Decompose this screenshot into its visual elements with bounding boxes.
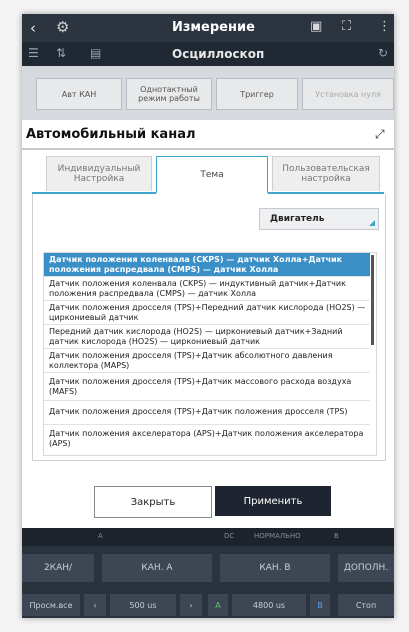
time-base-b-label: 4800 us — [252, 600, 286, 610]
channel-b-label: КАН. В — [259, 563, 291, 573]
category-select[interactable]: Двигатель — [259, 208, 379, 230]
dialog-title: Автомобильный канал — [26, 127, 196, 142]
list-item[interactable]: Датчик положения дросселя (TPS)+Передний… — [44, 301, 370, 325]
channel-b-tag: B — [310, 594, 330, 616]
car-logo-icon: ⚙ — [56, 18, 70, 36]
oscilloscope-bar: ☰ ⇅ ▤ Осциллоскоп ↻ — [22, 42, 394, 66]
page-title: Измерение — [172, 20, 255, 35]
tab-individual[interactable]: Индивидуальный Настройка — [46, 156, 152, 191]
expand-icon[interactable]: ⤢ — [375, 127, 385, 142]
additional-button[interactable]: ДОПОЛН. — [338, 554, 394, 582]
apply-button-label: Применить — [243, 495, 303, 507]
dropdown-arrow-icon — [369, 220, 375, 226]
list-item-label: Датчик положения дросселя (TPS)+Датчик м… — [49, 377, 352, 396]
list-item-label: Датчик положения дросселя (TPS)+Передний… — [49, 303, 366, 322]
stop-label: Стоп — [355, 600, 377, 610]
channel-a-tag-label: A — [215, 600, 221, 610]
preset-list: Датчик положения коленвала (CKPS) — датч… — [43, 252, 377, 456]
list-item[interactable]: Датчик положения дросселя (TPS)+Датчик м… — [44, 373, 370, 401]
channel-b-tag-label: B — [317, 600, 323, 610]
prev-arrow-icon[interactable]: ‹ — [84, 594, 106, 616]
list-item[interactable]: Датчик положения коленвала (CKPS) — датч… — [44, 253, 370, 277]
channel-a-indicator: A — [98, 532, 103, 540]
back-arrow-icon[interactable]: ‹ — [30, 19, 36, 37]
list-item-label: Датчик положения коленвала (CKPS) — инду… — [49, 279, 346, 298]
list-item-label: Датчик положения дросселя (TPS)+Датчик п… — [49, 407, 348, 416]
status-strip: A DC НОРМАЛЬНО B — [22, 528, 394, 546]
auto-channel-label: Авт КАН — [61, 89, 97, 99]
category-select-value: Двигатель — [270, 214, 325, 224]
list-item[interactable]: Датчик положения дросселя (TPS)+Датчик п… — [44, 401, 370, 425]
time-base-b[interactable]: 4800 us — [232, 594, 306, 616]
two-channel-button[interactable]: 2КАН/ — [22, 554, 94, 582]
tune-icon[interactable]: ⇅ — [56, 46, 66, 60]
two-channel-label: 2КАН/ — [43, 563, 73, 573]
additional-label: ДОПОЛН. — [343, 563, 389, 573]
menu-icon[interactable]: ☰ — [28, 46, 39, 60]
time-base-a-label: 500 us — [129, 600, 157, 610]
tab-custom-label: Пользовательская настройка — [282, 164, 370, 184]
list-scrollbar[interactable] — [371, 255, 374, 345]
screenshot-icon[interactable]: ⛶ — [342, 19, 351, 34]
next-arrow-icon[interactable]: › — [180, 594, 202, 616]
tab-strip: Индивидуальный Настройка Тема Пользовате… — [32, 156, 384, 194]
coupling-indicator: DC — [224, 532, 235, 540]
view-all-button[interactable]: Просм.все — [22, 594, 80, 616]
channel-a-button[interactable]: КАН. А — [102, 554, 212, 582]
list-item-label: Датчик положения коленвала (CKPS) — датч… — [49, 255, 343, 274]
single-mode-label: Однотактный режим работы — [138, 85, 200, 103]
device-screen: ‹ ⚙ Измерение ▣ ⛶ ⋮ ☰ ⇅ ▤ Осциллоскоп ↻ … — [22, 14, 394, 618]
list-item-label: Датчик положения дросселя (TPS)+Датчик а… — [49, 351, 333, 370]
list-item[interactable]: Датчик положения акселератора (APS)+Датч… — [44, 425, 370, 455]
apply-button[interactable]: Применить — [215, 486, 331, 516]
stop-button[interactable]: Стоп — [338, 594, 394, 616]
list-item-label: Передний датчик кислорода (HO2S) — цирко… — [49, 327, 343, 346]
oscilloscope-title: Осциллоскоп — [172, 47, 265, 61]
save-icon[interactable]: ▤ — [90, 46, 101, 60]
refresh-icon[interactable]: ↻ — [378, 46, 388, 60]
list-item-label: Датчик положения акселератора (APS)+Датч… — [49, 429, 364, 448]
oscilloscope-controls: A DC НОРМАЛЬНО B 2КАН/ КАН. А КАН. В ДОП… — [22, 528, 394, 618]
vci-icon[interactable]: ▣ — [310, 19, 322, 34]
tab-theme[interactable]: Тема — [156, 156, 268, 194]
channel-b-indicator: B — [334, 532, 339, 540]
tab-individual-label: Индивидуальный Настройка — [57, 164, 141, 184]
toolbar: Авт КАН Однотактный режим работы Триггер… — [22, 66, 394, 120]
mode-indicator: НОРМАЛЬНО — [254, 532, 301, 540]
top-bar: ‹ ⚙ Измерение ▣ ⛶ ⋮ — [22, 14, 394, 42]
more-icon[interactable]: ⋮ — [378, 19, 391, 34]
zero-set-button[interactable]: Установка нуля — [302, 78, 394, 110]
tab-theme-label: Тема — [200, 169, 224, 180]
channel-b-button[interactable]: КАН. В — [220, 554, 330, 582]
trigger-button[interactable]: Триггер — [216, 78, 298, 110]
zero-set-label: Установка нуля — [315, 89, 381, 99]
channel-a-label: КАН. А — [141, 563, 173, 573]
view-all-label: Просм.все — [29, 600, 73, 610]
list-item[interactable]: Передний датчик кислорода (HO2S) — цирко… — [44, 325, 370, 349]
channel-a-tag: A — [208, 594, 228, 616]
list-item[interactable]: Датчик положения дросселя (TPS)+Датчик а… — [44, 349, 370, 373]
tab-panel: Двигатель Датчик положения коленвала (CK… — [32, 194, 386, 461]
divider — [22, 148, 394, 150]
trigger-label: Триггер — [240, 89, 274, 99]
auto-channel-button[interactable]: Авт КАН — [36, 78, 122, 110]
single-mode-button[interactable]: Однотактный режим работы — [126, 78, 212, 110]
time-base-a[interactable]: 500 us — [110, 594, 176, 616]
list-item[interactable]: Датчик положения коленвала (CKPS) — инду… — [44, 277, 370, 301]
close-button-label: Закрыть — [130, 496, 176, 508]
dialog-header: Автомобильный канал ⤢ — [22, 124, 394, 148]
tab-custom[interactable]: Пользовательская настройка — [272, 156, 380, 191]
close-button[interactable]: Закрыть — [94, 486, 212, 518]
